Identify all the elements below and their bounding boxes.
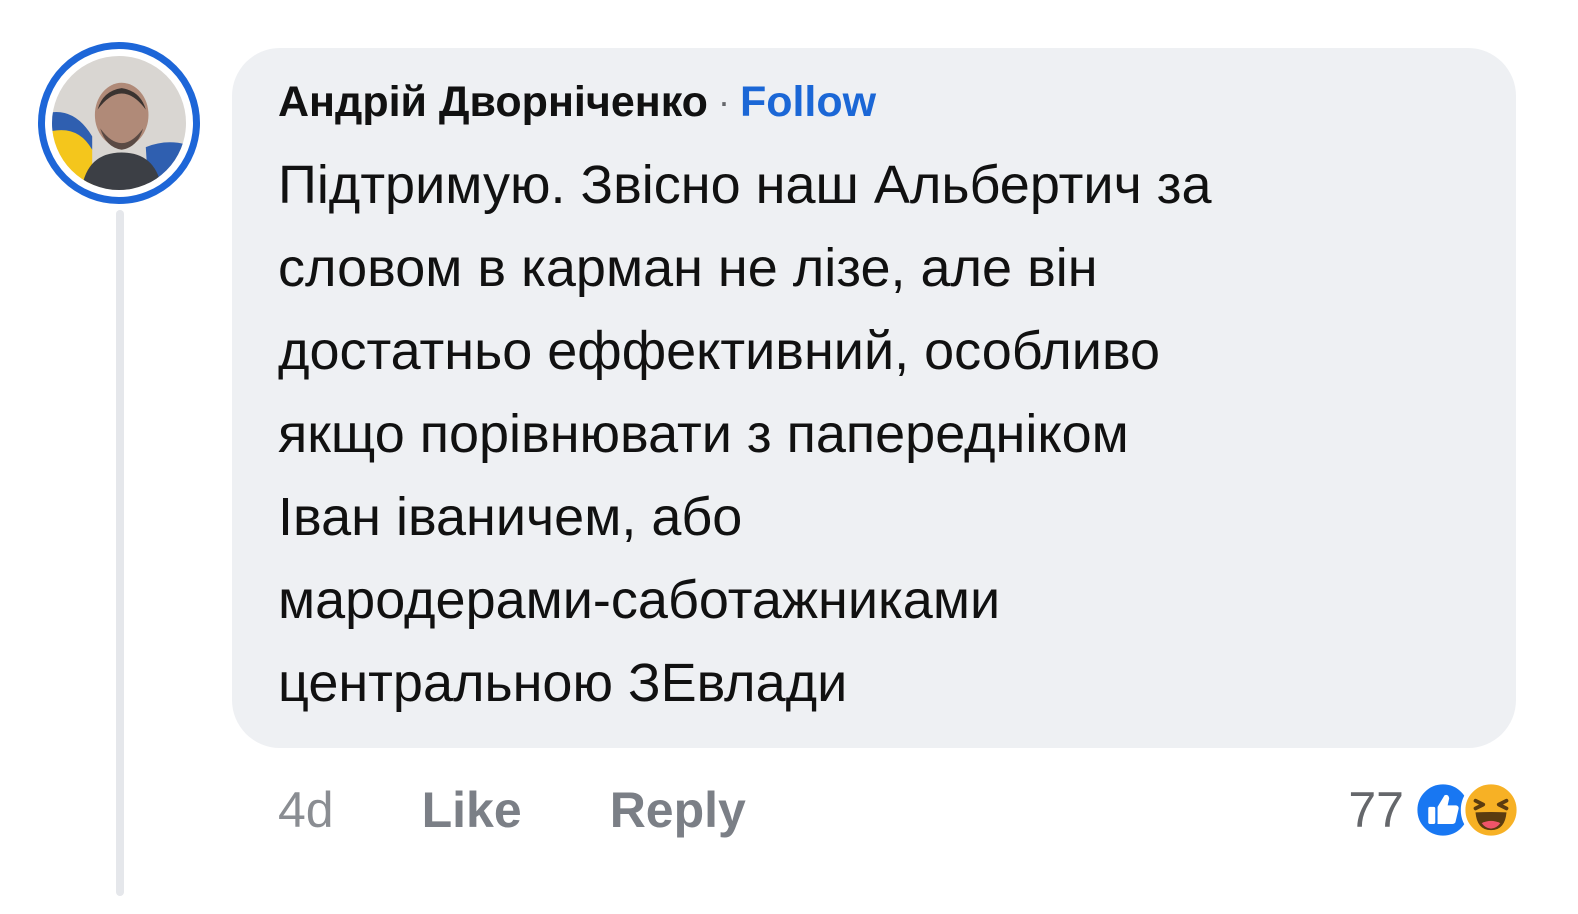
author-name[interactable]: Андрій Дворніченко [278, 78, 708, 127]
timestamp[interactable]: 4d [278, 781, 334, 839]
avatar-photo [52, 56, 186, 190]
comment-line: Іван іваничем, або [278, 487, 743, 547]
reply-button[interactable]: Reply [610, 781, 746, 839]
haha-icon [1460, 779, 1522, 841]
comment-header: Андрій Дворніченко · Follow [278, 72, 876, 132]
comment-line: достатньо еффективний, особливо [278, 321, 1161, 381]
comment-line: якщо порівнювати з папередніком [278, 404, 1129, 464]
like-button[interactable]: Like [422, 781, 522, 839]
reactions-summary[interactable]: 77 [1348, 772, 1522, 848]
comment-actions: 4d Like Reply [278, 772, 746, 848]
comment-text: Підтримую. Звісно наш Альбертич за слово… [278, 144, 1478, 725]
separator-dot: · [717, 81, 730, 122]
thread-line [116, 210, 124, 896]
avatar[interactable] [38, 42, 200, 204]
follow-button[interactable]: Follow [740, 78, 876, 127]
comment-line: Підтримую. Звісно наш Альбертич за [278, 155, 1212, 215]
comment-line: словом в карман не лізе, але він [278, 238, 1098, 298]
reaction-count: 77 [1348, 782, 1404, 838]
comment-line: центральною ЗЕвлади [278, 653, 848, 713]
comment-line: мародерами-саботажниками [278, 570, 1001, 630]
